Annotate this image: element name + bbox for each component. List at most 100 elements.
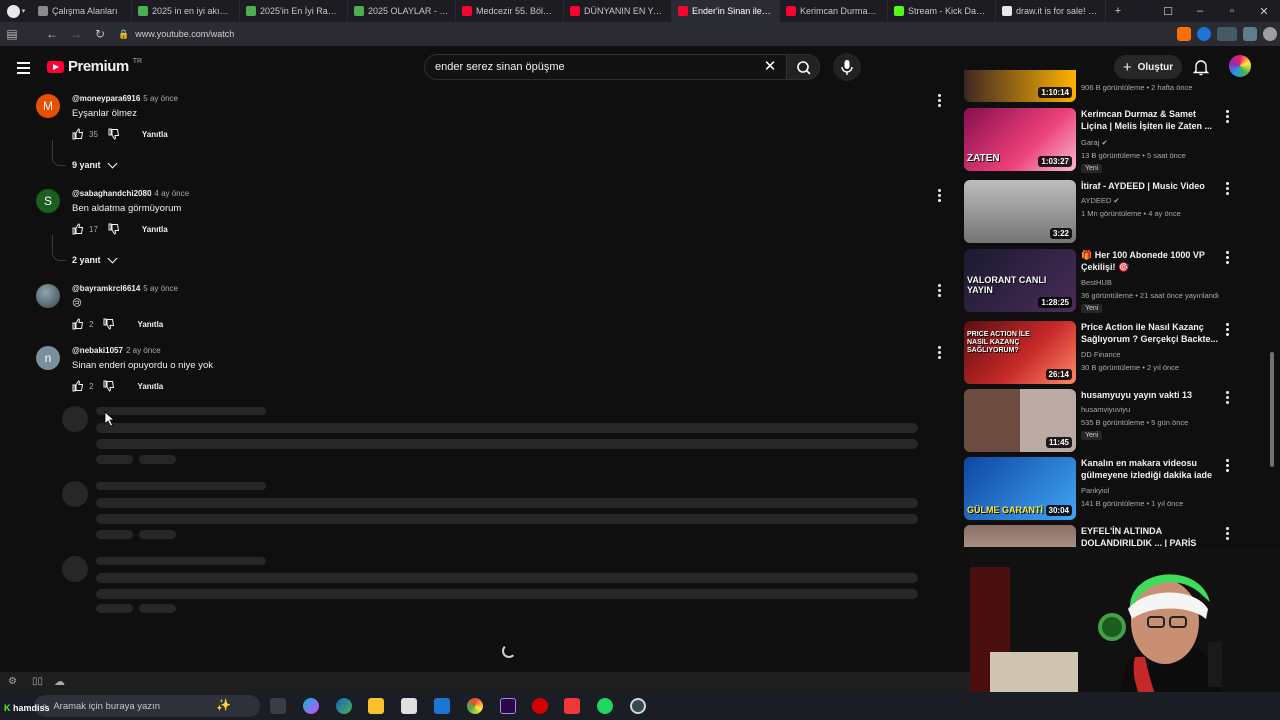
video-title[interactable]: Kanalın en makara videosu gülmeyene izle… [1081, 457, 1219, 481]
search-input[interactable]: ender serez sinan öpüşme [424, 54, 788, 80]
tab[interactable]: draw.it is for sale! | Bodi [996, 0, 1106, 22]
spotify-icon[interactable] [597, 698, 613, 714]
more-options-icon[interactable] [936, 346, 944, 360]
related-video-card[interactable]: 11:45 husamyuyu yayın vakti 13 husamviyu… [964, 389, 1244, 453]
thumbs-down-icon[interactable] [108, 128, 120, 140]
youtube-logo[interactable]: Premium TR [47, 58, 142, 75]
reply-button[interactable]: Yanıtla [137, 382, 163, 391]
forward-arrow-icon[interactable]: → [64, 22, 88, 46]
video-title[interactable]: EYFEL'İN ALTINDA DOLANDIRILDIK ... | PAR… [1081, 525, 1219, 547]
voice-search-button[interactable] [833, 53, 861, 81]
video-thumbnail[interactable]: ZATEN 1:03:27 [964, 108, 1076, 171]
video-thumbnail[interactable]: PRICE ACTION İLE NASIL KAZANÇ SAĞLIYORUM… [964, 321, 1076, 384]
tab[interactable]: Stream - Kick Dashboar [888, 0, 996, 22]
channel-name[interactable]: BestHUB [1081, 278, 1112, 287]
extension-icon[interactable] [1243, 27, 1257, 41]
video-title[interactable]: 🎁 Her 100 Abonede 1000 VP Çekilişi! 🎯 [1081, 249, 1219, 273]
video-thumbnail[interactable]: 11:45 [964, 389, 1076, 452]
channel-name[interactable]: Pankyiol [1081, 486, 1109, 495]
tab-workspaces[interactable]: Çalışma Alanları [32, 0, 132, 22]
tab[interactable]: DÜNYANIN EN YALNIZ [564, 0, 672, 22]
more-options-icon[interactable] [936, 94, 944, 108]
video-title[interactable]: husamyuyu yayın vakti 13 [1081, 389, 1219, 401]
more-options-icon[interactable] [936, 189, 944, 203]
more-options-icon[interactable] [1224, 459, 1232, 473]
channel-name[interactable]: AYDEED ✔ [1081, 196, 1120, 205]
tab[interactable]: 2025 OLAYLAR - Tier Li [348, 0, 456, 22]
more-options-icon[interactable] [1224, 251, 1232, 265]
related-video-card[interactable]: 3:22 İtiraf - AYDEED | Music Video AYDEE… [964, 180, 1244, 244]
related-video-card[interactable]: GÜLME GARANTİ 30:04 Kanalın en makara vi… [964, 457, 1244, 521]
video-thumbnail[interactable]: 1:10:14 [964, 70, 1076, 102]
avatar[interactable]: M [36, 94, 60, 118]
channel-name[interactable]: husamviyuviyu [1081, 405, 1130, 414]
more-options-icon[interactable] [1224, 182, 1232, 196]
search-button[interactable] [786, 54, 820, 80]
hamburger-menu-icon[interactable] [12, 56, 36, 78]
profile-icon[interactable] [1263, 27, 1277, 41]
thumbs-down-icon[interactable] [103, 318, 115, 330]
comment-author[interactable]: @nebaki1057 2 ay önce [72, 346, 161, 355]
clear-search-icon[interactable]: ✕ [758, 56, 782, 78]
video-thumbnail[interactable]: 3:22 [964, 180, 1076, 243]
new-tab-button[interactable]: + [1106, 0, 1130, 22]
thumbs-down-icon[interactable] [108, 223, 120, 235]
avatar[interactable]: S [36, 189, 60, 213]
video-title[interactable]: Price Action ile Nasıl Kazanç Sağlıyorum… [1081, 321, 1219, 345]
more-options-icon[interactable] [936, 284, 944, 298]
show-replies-button[interactable]: 9 yanıt [72, 158, 117, 170]
channel-name[interactable]: Garaj ✔ [1081, 138, 1108, 147]
thumbs-up-icon[interactable] [72, 128, 84, 140]
thumbs-up-icon[interactable] [72, 318, 84, 330]
extension-icon[interactable] [1197, 27, 1211, 41]
reply-button[interactable]: Yanıtla [137, 320, 163, 329]
video-thumbnail[interactable]: VALORANT CANLI YAYIN 1:28:25 [964, 249, 1076, 312]
extension-icon[interactable] [1177, 27, 1191, 41]
related-video-card[interactable]: VALORANT CANLI YAYIN 1:28:25 🎁 Her 100 A… [964, 249, 1244, 313]
video-title[interactable]: İtiraf - AYDEED | Music Video [1081, 180, 1219, 192]
tab[interactable]: Kerimcan Durmaz & Sar [780, 0, 888, 22]
more-options-icon[interactable] [1224, 323, 1232, 337]
comment-author[interactable]: @bayramkrcl6614 5 ay önce [72, 284, 178, 293]
cloud-icon[interactable]: ☁ [54, 675, 65, 688]
tab[interactable]: Medcezir 55. Bölüm (4K [456, 0, 564, 22]
url-field[interactable]: 🔒 www.youtube.com/watch [112, 25, 1062, 43]
panel-icon[interactable]: ▯▯ [32, 676, 43, 687]
close-icon[interactable]: ✕ [1248, 0, 1280, 22]
reload-icon[interactable]: ↻ [88, 22, 112, 46]
opera-icon[interactable] [532, 698, 548, 714]
vpn-icon[interactable] [1217, 27, 1237, 41]
show-replies-button[interactable]: 2 yanıt [72, 253, 117, 265]
vivaldi-icon[interactable] [564, 698, 580, 714]
channel-name[interactable]: DD Finance [1081, 350, 1121, 359]
more-options-icon[interactable] [1224, 110, 1232, 124]
tab-overview-icon[interactable]: ☐ [1152, 0, 1184, 22]
settings-icon[interactable]: ⚙ [8, 676, 17, 687]
page-scrollbar[interactable] [1270, 352, 1274, 467]
minimize-icon[interactable]: – [1184, 0, 1216, 22]
back-arrow-icon[interactable]: ← [40, 22, 64, 46]
tab[interactable]: 2025 in en iyi akım/me [132, 0, 240, 22]
obs-icon[interactable] [630, 698, 646, 714]
avatar[interactable] [36, 284, 60, 308]
thumbs-down-icon[interactable] [103, 380, 115, 392]
task-view-icon[interactable] [270, 698, 286, 714]
related-video-card[interactable]: PRICE ACTION İLE NASIL KAZANÇ SAĞLIYORUM… [964, 321, 1244, 385]
tab[interactable]: 2025'in En İyi Rapi - Tier [240, 0, 348, 22]
browser-menu-button[interactable]: ▾ [0, 0, 32, 22]
panel-toggle-icon[interactable]: ▤ [0, 22, 24, 46]
related-video-card[interactable]: EYFEL'İN ALTINDA DOLANDIRILDIK ... | PAR… [964, 525, 1244, 547]
outlook-icon[interactable] [434, 698, 450, 714]
related-video-card[interactable]: 1:10:14 906 B görüntüleme • 2 hafta önce [964, 70, 1244, 102]
maximize-icon[interactable]: ▫ [1216, 0, 1248, 22]
video-thumbnail[interactable] [964, 525, 1076, 547]
thumbs-up-icon[interactable] [72, 223, 84, 235]
more-options-icon[interactable] [1224, 391, 1232, 405]
reply-button[interactable]: Yanıtla [142, 225, 168, 234]
comment-author[interactable]: @moneypara6916 5 ay önce [72, 94, 178, 103]
tab-active[interactable]: Ender'in Sinan ile Baş Ba [672, 0, 780, 22]
premiere-icon[interactable] [500, 698, 516, 714]
avatar[interactable]: n [36, 346, 60, 370]
related-video-card[interactable]: ZATEN 1:03:27 Kerimcan Durmaz & Samet Li… [964, 108, 1244, 173]
file-explorer-icon[interactable] [368, 698, 384, 714]
